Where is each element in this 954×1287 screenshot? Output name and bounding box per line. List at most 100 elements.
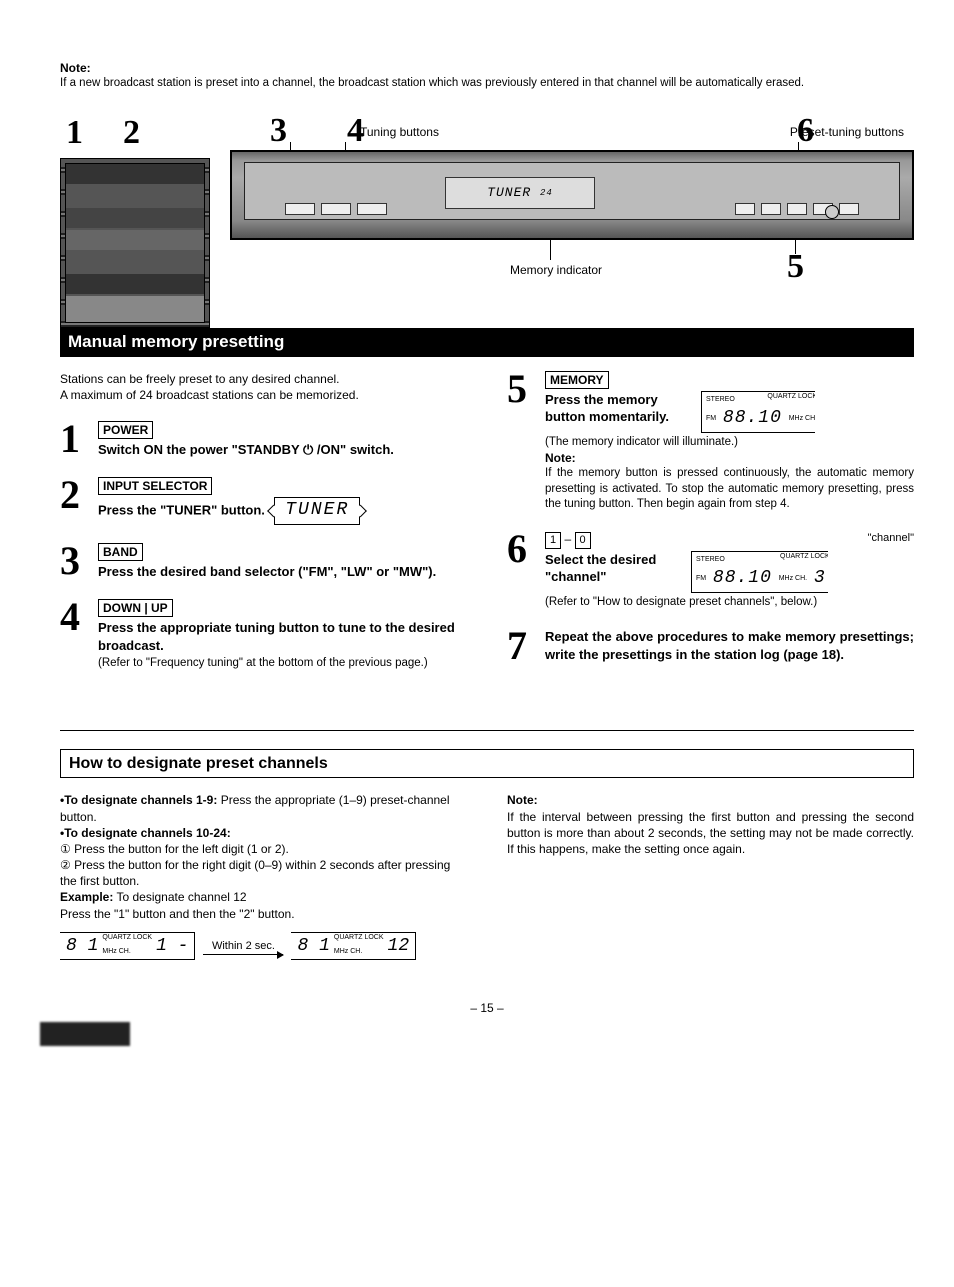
keycap-dash: –: [564, 532, 571, 546]
tuning-buttons-label: Tuning buttons: [360, 124, 439, 140]
disp-fm: FM: [706, 415, 716, 422]
example-text: To designate channel 12: [116, 890, 246, 904]
disp6-ch: 3: [810, 566, 830, 590]
note-text: If a new broadcast station is preset int…: [60, 76, 914, 92]
step-2-tag: INPUT SELECTOR: [98, 477, 212, 495]
example-displays: 8 1 QUARTZ LOCK MHz CH. 1 - Within 2 sec…: [60, 932, 467, 960]
within-label: Within 2 sec.: [212, 940, 275, 952]
step-7: 7 Repeat the above procedures to make me…: [507, 628, 914, 664]
step-2: 2 INPUT SELECTOR Press the "TUNER" butto…: [60, 477, 467, 525]
d2-unit: MHz CH.: [334, 948, 362, 955]
step-3-tag: BAND: [98, 543, 143, 561]
circled-2: ②: [60, 858, 71, 872]
intro-line1: Stations can be freely preset to any des…: [60, 371, 467, 387]
step-5-sub1: (The memory indicator will illuminate.): [545, 436, 738, 448]
step-2-display: TUNER: [274, 497, 360, 525]
c1-text: Press the button for the left digit (1 o…: [74, 842, 289, 856]
step-1-tag: POWER: [98, 421, 153, 439]
step-4-tag: DOWN | UP: [98, 599, 173, 617]
callout-2: 2: [123, 110, 140, 156]
step-3-title: Press the desired band selector ("FM", "…: [98, 564, 436, 579]
step-7-title: Repeat the above procedures to make memo…: [545, 628, 914, 663]
how-columns: •To designate channels 1-9: Press the ap…: [60, 792, 914, 960]
step-2-num: 2: [60, 477, 88, 525]
step-6-sub: (Refer to "How to designate preset chann…: [545, 596, 817, 608]
how-left: •To designate channels 1-9: Press the ap…: [60, 792, 467, 960]
step-5-note: If the memory button is pressed continuo…: [545, 466, 914, 513]
section-header-manual: Manual memory presetting: [60, 328, 914, 357]
d1-ch: 1 -: [156, 934, 188, 958]
step-7-num: 7: [507, 628, 535, 664]
step-4-num: 4: [60, 599, 88, 672]
diagram-row: 1 2 3 4 6 Tuning buttons Preset-tuning b…: [60, 110, 914, 320]
step-1-title: Switch ON the power "STANDBY ⏻ /ON" swit…: [98, 442, 394, 457]
disp6-stereo: STEREO: [696, 556, 725, 563]
steps-columns: Stations can be freely preset to any des…: [60, 371, 914, 690]
memory-indicator-label: Memory indicator: [510, 262, 602, 278]
tuner-display-suffix: 24: [540, 187, 553, 199]
step-5: 5 MEMORY Press the memory button momenta…: [507, 371, 914, 513]
page-number: – 15 –: [60, 1000, 914, 1016]
step-6-num: 6: [507, 531, 535, 610]
how-note: If the interval between pressing the fir…: [507, 809, 914, 858]
circled-1: ①: [60, 842, 71, 856]
lead2: •To designate channels 10-24:: [60, 826, 231, 840]
step-5-display: STEREO QUARTZ LOCK FM 88.10 MHz CH.: [701, 391, 821, 433]
divider: [60, 730, 914, 731]
callout-3: 3: [270, 108, 287, 154]
note-label: Note:: [60, 60, 914, 76]
intro-text: Stations can be freely preset to any des…: [60, 371, 467, 403]
step-5-num: 5: [507, 371, 535, 513]
d1-unit: MHz CH.: [102, 948, 130, 955]
how-note-label: Note:: [507, 793, 538, 807]
keycap-0: 0: [575, 532, 591, 549]
d2-ch: 12: [388, 934, 410, 958]
step-5-tag: MEMORY: [545, 371, 609, 389]
disp6-ql: QUARTZ LOCK: [780, 553, 830, 560]
left-column: Stations can be freely preset to any des…: [60, 371, 467, 690]
step-3: 3 BAND Press the desired band selector (…: [60, 543, 467, 581]
step-2-title: Press the "TUNER" button.: [98, 502, 265, 517]
tuner-illustration: TUNER 24: [230, 150, 914, 240]
step-1-num: 1: [60, 421, 88, 459]
step-6-title: Select the desired "channel": [545, 551, 685, 586]
disp6-fm: FM: [696, 575, 706, 582]
callout-5: 5: [787, 244, 804, 290]
step-6: 6 1 – 0 "channel" Select the desired "ch…: [507, 531, 914, 610]
disp-freq: 88.10: [719, 406, 786, 430]
how-right: Note: If the interval between pressing t…: [507, 792, 914, 960]
example-disp-1: 8 1 QUARTZ LOCK MHz CH. 1 -: [60, 932, 195, 960]
d1-freq: 8 1: [66, 934, 98, 958]
disp-stereo: STEREO: [706, 396, 735, 403]
disp-unit: MHz CH.: [789, 415, 817, 422]
c2-text: Press the button for the right digit (0–…: [60, 858, 450, 888]
channel-label: "channel": [868, 531, 914, 546]
example-disp-2: 8 1 QUARTZ LOCK MHz CH. 12: [291, 932, 416, 960]
step-4: 4 DOWN | UP Press the appropriate tuning…: [60, 599, 467, 672]
callout-1: 1: [66, 110, 83, 156]
scan-artifact: [40, 1022, 130, 1046]
tuner-display: TUNER 24: [445, 177, 595, 209]
step-6-display: STEREO QUARTZ LOCK FM 88.10 MHz CH. 3: [691, 551, 834, 593]
step-5-title: Press the memory button momentarily.: [545, 391, 695, 426]
preset-buttons-label: Preset-tuning buttons: [790, 124, 904, 140]
right-column: 5 MEMORY Press the memory button momenta…: [507, 371, 914, 690]
top-note: Note: If a new broadcast station is pres…: [60, 60, 914, 92]
keycap-1: 1: [545, 532, 561, 549]
disp6-unit: MHz CH.: [779, 575, 807, 582]
tuner-panel: 3 4 6 Tuning buttons Preset-tuning butto…: [230, 110, 914, 240]
disp-ql: QUARTZ LOCK: [767, 393, 817, 400]
disp6-freq: 88.10: [709, 566, 776, 590]
step-1: 1 POWER Switch ON the power "STANDBY ⏻ /…: [60, 421, 467, 459]
step-4-title: Press the appropriate tuning button to t…: [98, 620, 455, 653]
intro-line2: A maximum of 24 broadcast stations can b…: [60, 387, 467, 403]
d2-freq: 8 1: [297, 934, 329, 958]
step-4-sub: (Refer to "Frequency tuning" at the bott…: [98, 657, 428, 669]
step-3-num: 3: [60, 543, 88, 581]
stack-illustration: [60, 158, 210, 328]
stack-panel: 1 2: [60, 110, 210, 328]
lead1: •To designate channels 1-9:: [60, 793, 217, 807]
d2-ql: QUARTZ LOCK: [334, 934, 384, 941]
tuner-display-word: TUNER: [487, 184, 531, 202]
d1-ql: QUARTZ LOCK: [102, 934, 152, 941]
